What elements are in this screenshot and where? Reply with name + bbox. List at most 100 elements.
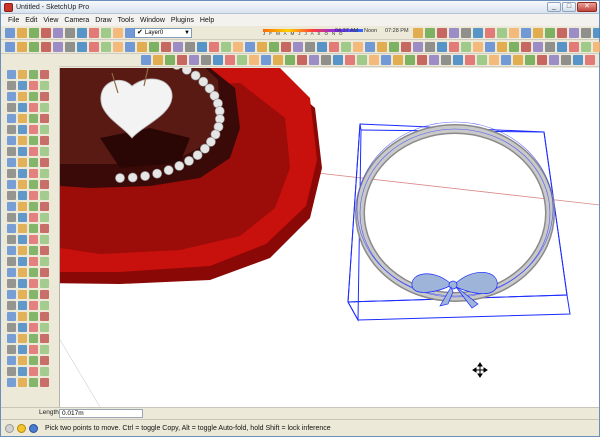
palette-tool-icon[interactable]	[40, 378, 49, 387]
tb2-tool-icon[interactable]	[101, 42, 111, 52]
tb3-tool-icon[interactable]	[189, 55, 199, 65]
palette-tool-icon[interactable]	[18, 268, 27, 277]
palette-tool-icon[interactable]	[40, 268, 49, 277]
palette-tool-icon[interactable]	[7, 202, 16, 211]
palette-tool-icon[interactable]	[18, 125, 27, 134]
palette-tool-icon[interactable]	[18, 224, 27, 233]
tb2-tool-icon[interactable]	[593, 42, 600, 52]
menu-help[interactable]: Help	[197, 17, 217, 24]
tb3-tool-icon[interactable]	[249, 55, 259, 65]
palette-tool-icon[interactable]	[29, 169, 38, 178]
palette-tool-icon[interactable]	[7, 334, 16, 343]
palette-tool-icon[interactable]	[29, 70, 38, 79]
menu-tools[interactable]: Tools	[115, 17, 137, 24]
palette-tool-icon[interactable]	[29, 378, 38, 387]
tb3-tool-icon[interactable]	[201, 55, 211, 65]
title-bar[interactable]: Untitled - SketchUp Pro _ □ ✕	[1, 1, 599, 14]
palette-tool-icon[interactable]	[29, 191, 38, 200]
tb3-tool-icon[interactable]	[405, 55, 415, 65]
palette-tool-icon[interactable]	[29, 147, 38, 156]
tb2-tool-icon[interactable]	[437, 42, 447, 52]
palette-tool-icon[interactable]	[18, 180, 27, 189]
palette-tool-icon[interactable]	[40, 235, 49, 244]
palette-tool-icon[interactable]	[29, 213, 38, 222]
tb1-tool-icon[interactable]	[41, 28, 51, 38]
tb3-tool-icon[interactable]	[537, 55, 547, 65]
tb2-tool-icon[interactable]	[449, 42, 459, 52]
tb3-tool-icon[interactable]	[273, 55, 283, 65]
tb1-tool-icon[interactable]	[425, 28, 435, 38]
palette-tool-icon[interactable]	[7, 257, 16, 266]
tb1-tool-icon[interactable]	[521, 28, 531, 38]
palette-tool-icon[interactable]	[29, 323, 38, 332]
palette-tool-icon[interactable]	[40, 103, 49, 112]
tb3-tool-icon[interactable]	[585, 55, 595, 65]
geo-location-icon[interactable]	[5, 423, 14, 433]
palette-tool-icon[interactable]	[40, 114, 49, 123]
tb1-tool-icon[interactable]	[461, 28, 471, 38]
tb3-tool-icon[interactable]	[501, 55, 511, 65]
palette-tool-icon[interactable]	[29, 356, 38, 365]
tb2-tool-icon[interactable]	[353, 42, 363, 52]
palette-tool-icon[interactable]	[18, 92, 27, 101]
palette-tool-icon[interactable]	[18, 301, 27, 310]
tb2-tool-icon[interactable]	[509, 42, 519, 52]
menu-draw[interactable]: Draw	[92, 17, 114, 24]
tb1-tool-icon[interactable]	[113, 28, 123, 38]
tb2-tool-icon[interactable]	[185, 42, 195, 52]
tb1-tool-icon[interactable]	[533, 28, 543, 38]
tb3-tool-icon[interactable]	[381, 55, 391, 65]
tb2-tool-icon[interactable]	[317, 42, 327, 52]
palette-tool-icon[interactable]	[40, 202, 49, 211]
palette-tool-icon[interactable]	[29, 235, 38, 244]
palette-tool-icon[interactable]	[18, 312, 27, 321]
palette-tool-icon[interactable]	[29, 136, 38, 145]
palette-tool-icon[interactable]	[40, 169, 49, 178]
tb3-tool-icon[interactable]	[465, 55, 475, 65]
tb1-tool-icon[interactable]	[125, 28, 135, 38]
tb3-tool-icon[interactable]	[357, 55, 367, 65]
palette-tool-icon[interactable]	[18, 169, 27, 178]
palette-tool-icon[interactable]	[40, 191, 49, 200]
tb2-tool-icon[interactable]	[293, 42, 303, 52]
tb3-tool-icon[interactable]	[345, 55, 355, 65]
layer-select[interactable]: ✔ Layer0 ▼	[134, 28, 192, 38]
tb2-tool-icon[interactable]	[89, 42, 99, 52]
palette-tool-icon[interactable]	[18, 235, 27, 244]
tb2-tool-icon[interactable]	[497, 42, 507, 52]
palette-tool-icon[interactable]	[7, 169, 16, 178]
tb2-tool-icon[interactable]	[521, 42, 531, 52]
palette-tool-icon[interactable]	[29, 268, 38, 277]
tb2-tool-icon[interactable]	[197, 42, 207, 52]
tb3-tool-icon[interactable]	[333, 55, 343, 65]
tb2-tool-icon[interactable]	[65, 42, 75, 52]
tb3-tool-icon[interactable]	[489, 55, 499, 65]
tb2-tool-icon[interactable]	[161, 42, 171, 52]
palette-tool-icon[interactable]	[18, 81, 27, 90]
palette-tool-icon[interactable]	[40, 92, 49, 101]
palette-tool-icon[interactable]	[7, 301, 16, 310]
palette-tool-icon[interactable]	[7, 125, 16, 134]
palette-tool-icon[interactable]	[29, 114, 38, 123]
palette-tool-icon[interactable]	[40, 246, 49, 255]
palette-tool-icon[interactable]	[7, 235, 16, 244]
palette-tool-icon[interactable]	[29, 257, 38, 266]
palette-tool-icon[interactable]	[7, 213, 16, 222]
tb1-tool-icon[interactable]	[569, 28, 579, 38]
palette-tool-icon[interactable]	[40, 125, 49, 134]
measurement-field[interactable]: 0.017m	[59, 409, 143, 418]
tb2-tool-icon[interactable]	[125, 42, 135, 52]
tb2-tool-icon[interactable]	[209, 42, 219, 52]
palette-tool-icon[interactable]	[7, 323, 16, 332]
palette-tool-icon[interactable]	[29, 334, 38, 343]
palette-tool-icon[interactable]	[40, 147, 49, 156]
palette-tool-icon[interactable]	[40, 345, 49, 354]
menu-window[interactable]: Window	[137, 17, 168, 24]
credits-icon[interactable]	[17, 423, 26, 433]
palette-tool-icon[interactable]	[40, 136, 49, 145]
tb2-tool-icon[interactable]	[29, 42, 39, 52]
tb3-tool-icon[interactable]	[513, 55, 523, 65]
palette-tool-icon[interactable]	[29, 290, 38, 299]
palette-tool-icon[interactable]	[7, 180, 16, 189]
palette-tool-icon[interactable]	[7, 92, 16, 101]
